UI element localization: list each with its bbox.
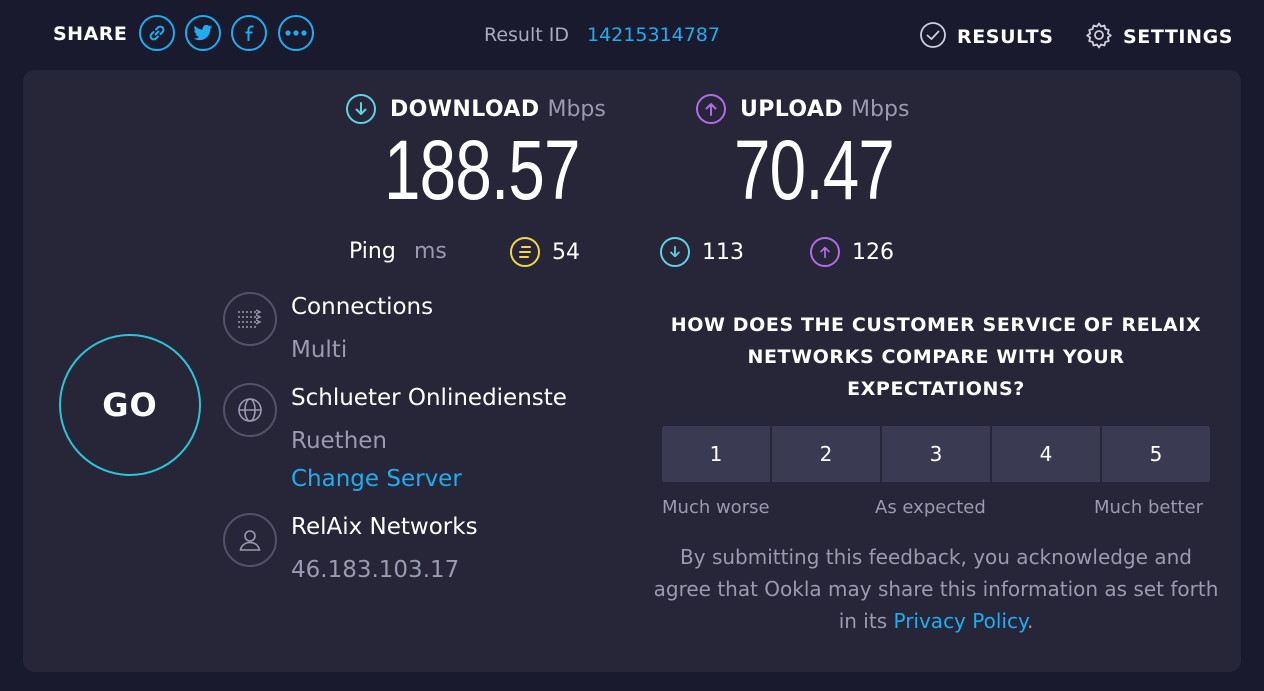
gear-icon	[1085, 21, 1113, 53]
upload-arrow-icon	[696, 94, 726, 124]
result-id-link[interactable]: 14215314787	[587, 24, 720, 46]
download-header: DOWNLOAD Mbps	[346, 94, 606, 124]
connections-title: Connections	[291, 294, 434, 320]
idle-latency: 54	[510, 237, 580, 267]
ping-label: Ping	[349, 239, 396, 264]
download-latency: 113	[660, 237, 744, 267]
server-location: Ruethen	[291, 428, 387, 454]
rating-button-2[interactable]: 2	[772, 426, 880, 482]
server-name: Schlueter Onlinedienste	[291, 385, 567, 411]
facebook-icon[interactable]	[231, 15, 267, 51]
upload-latency: 126	[810, 237, 894, 267]
change-server-link[interactable]: Change Server	[291, 466, 462, 492]
rating-scale: 1 2 3 4 5	[662, 426, 1210, 482]
download-latency-value: 113	[702, 239, 744, 265]
rating-button-4[interactable]: 4	[992, 426, 1100, 482]
survey-question: HOW DOES THE CUSTOMER SERVICE OF RELAIX …	[670, 314, 1202, 400]
download-title: DOWNLOAD	[390, 96, 540, 122]
rating-button-5[interactable]: 5	[1102, 426, 1210, 482]
disclaimer-period: .	[1026, 609, 1034, 633]
idle-latency-icon	[510, 237, 540, 267]
results-button[interactable]: RESULTS	[919, 22, 1054, 52]
check-circle-icon	[919, 21, 947, 53]
top-bar: SHARE Result ID 14215314787 RESULTS SETT…	[0, 0, 1264, 70]
download-speed-value: 188.57	[384, 123, 580, 217]
link-icon[interactable]	[139, 15, 175, 51]
ping-unit: ms	[414, 239, 447, 264]
provider-ip: 46.183.103.17	[291, 557, 460, 583]
connections-mode: Multi	[291, 337, 348, 363]
result-id-label: Result ID	[484, 24, 569, 46]
results-label: RESULTS	[957, 26, 1054, 48]
upload-unit: Mbps	[851, 96, 910, 122]
idle-latency-value: 54	[552, 239, 580, 265]
rating-button-1[interactable]: 1	[662, 426, 770, 482]
privacy-policy-link[interactable]: Privacy Policy	[893, 609, 1026, 633]
twitter-icon[interactable]	[185, 15, 221, 51]
more-icon[interactable]	[278, 15, 314, 51]
settings-label: SETTINGS	[1123, 26, 1234, 48]
scale-mid-label: As expected	[875, 497, 986, 518]
download-arrow-icon	[346, 94, 376, 124]
upload-header: UPLOAD Mbps	[696, 94, 909, 124]
upload-speed-value: 70.47	[734, 123, 895, 217]
go-label: GO	[102, 386, 158, 424]
share-label: SHARE	[53, 23, 128, 45]
provider-name: RelAix Networks	[291, 514, 478, 540]
rating-button-3[interactable]: 3	[882, 426, 990, 482]
go-button[interactable]: GO	[59, 334, 201, 476]
user-icon	[223, 513, 277, 567]
download-latency-icon	[660, 237, 690, 267]
upload-latency-value: 126	[852, 239, 894, 265]
scale-low-label: Much worse	[662, 497, 770, 518]
upload-latency-icon	[810, 237, 840, 267]
settings-button[interactable]: SETTINGS	[1085, 22, 1233, 52]
feedback-disclaimer: By submitting this feedback, you acknowl…	[650, 541, 1222, 637]
scale-high-label: Much better	[1094, 497, 1204, 518]
download-unit: Mbps	[547, 96, 606, 122]
upload-title: UPLOAD	[740, 96, 844, 122]
connections-icon	[223, 292, 277, 346]
globe-icon	[223, 383, 277, 437]
